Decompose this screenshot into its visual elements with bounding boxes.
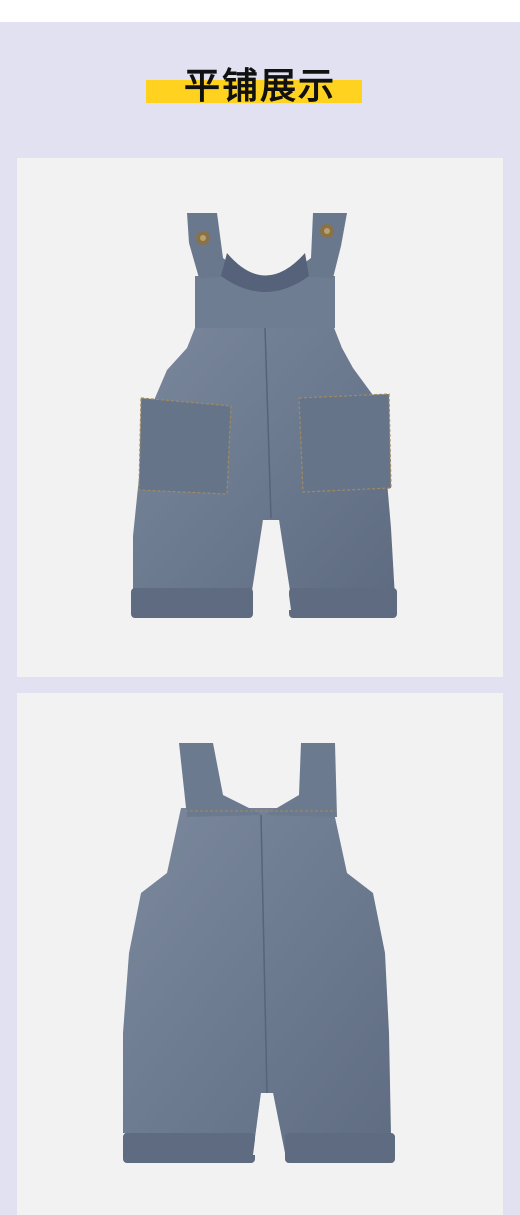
overalls-body-back: [123, 808, 391, 1153]
page-title: 平铺展示: [183, 66, 336, 107]
top-strip: [0, 0, 520, 22]
back-view-panel: [17, 693, 503, 1215]
left-pocket: [138, 397, 232, 495]
front-view-panel: [17, 158, 503, 677]
right-pocket: [298, 393, 392, 493]
back-right-cuff: [285, 1133, 395, 1163]
back-left-cuff: [123, 1133, 255, 1163]
denim-overalls-back-image: [123, 743, 395, 1163]
back-strap-right: [265, 743, 337, 817]
back-strap-left: [179, 743, 263, 817]
left-cuff: [131, 588, 253, 618]
right-cuff: [289, 588, 397, 618]
section-header: 平铺展示: [0, 52, 520, 112]
denim-overalls-front-image: [131, 213, 397, 618]
